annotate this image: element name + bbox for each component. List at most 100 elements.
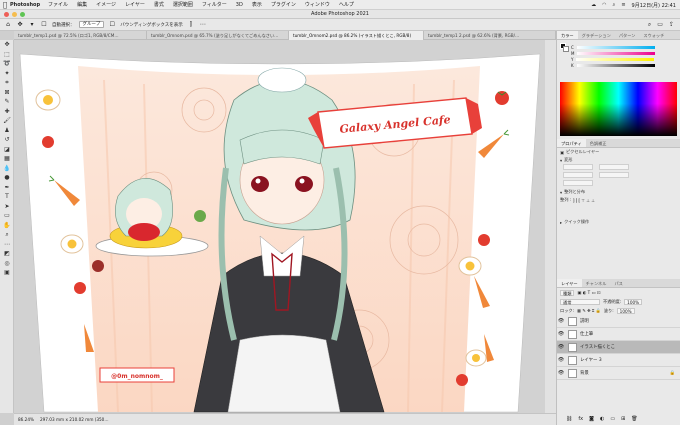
healing-brush-icon[interactable]: ✚ bbox=[0, 107, 14, 117]
menu-select[interactable]: 選択範囲 bbox=[173, 1, 193, 8]
path-select-icon[interactable]: ➤ bbox=[0, 202, 14, 212]
layer-row-selected[interactable]: 👁 イラスト描くとこ bbox=[557, 341, 680, 354]
menu-view[interactable]: 表示 bbox=[252, 1, 262, 8]
folder-icon[interactable]: ▭ bbox=[610, 416, 615, 422]
chevron-down-icon[interactable]: ▾ bbox=[28, 21, 36, 29]
width-field[interactable] bbox=[563, 164, 593, 170]
transform-header[interactable]: ▾ 変形 bbox=[557, 156, 680, 164]
hand-tool-icon[interactable]: ✋ bbox=[0, 221, 14, 231]
eye-icon[interactable]: 👁 bbox=[557, 318, 565, 324]
checkbox-icon[interactable]: ☐ bbox=[40, 21, 48, 29]
clock[interactable]: 9月12日(月) 22:41 bbox=[632, 2, 676, 9]
move-tool-icon[interactable]: ✥ bbox=[16, 21, 24, 29]
x-field[interactable] bbox=[563, 172, 593, 178]
zoom-level[interactable]: 86.24% bbox=[18, 417, 34, 422]
doc-tab[interactable]: tumblr_temp1 2.psd @ 62.6% (背景, RGB/… bbox=[424, 31, 556, 40]
marquee-tool-icon[interactable]: ⬚ bbox=[0, 50, 14, 60]
wifi-icon[interactable]: ◠ bbox=[602, 2, 606, 8]
stamp-tool-icon[interactable]: ♟ bbox=[0, 126, 14, 136]
tab-swatches[interactable]: スウォッチ bbox=[639, 31, 668, 39]
mask-icon[interactable]: ◙ bbox=[589, 416, 594, 422]
lasso-tool-icon[interactable]: ➰ bbox=[0, 59, 14, 69]
align-header[interactable]: ▾ 整列と分布 bbox=[557, 188, 680, 196]
kind-filter[interactable]: 種類 bbox=[560, 289, 575, 296]
menu-plugins[interactable]: プラグイン bbox=[271, 1, 296, 8]
tab-adjustments[interactable]: 色調補正 bbox=[586, 139, 611, 147]
eye-icon[interactable]: 👁 bbox=[557, 344, 565, 350]
new-layer-icon[interactable]: ⊞ bbox=[621, 416, 625, 422]
link-icon[interactable]: ⛓ bbox=[566, 416, 572, 422]
cloud-icon[interactable]: ☁ bbox=[591, 2, 596, 8]
brush-tool-icon[interactable]: 🖌 bbox=[0, 116, 14, 126]
share-icon[interactable]: ⇪ bbox=[669, 21, 674, 29]
menu-help[interactable]: ヘルプ bbox=[339, 1, 354, 8]
menu-filter[interactable]: フィルター bbox=[202, 1, 227, 8]
document-info[interactable]: 297.03 mm x 210.02 mm (350… bbox=[40, 417, 109, 422]
blend-mode-select[interactable]: 通常 bbox=[560, 298, 600, 305]
pen-tool-icon[interactable]: ✒ bbox=[0, 183, 14, 193]
eraser-icon[interactable]: ◪ bbox=[0, 145, 14, 155]
tab-properties[interactable]: プロパティ bbox=[557, 139, 586, 147]
layer-row[interactable]: 👁 背景 🔒 bbox=[557, 367, 680, 380]
opacity-field[interactable]: 100% bbox=[624, 298, 643, 305]
align-icon[interactable]: ⫿ bbox=[187, 21, 195, 29]
lock-icons[interactable]: ▦ ✎ ✥ ⌗ 🔒 bbox=[577, 308, 601, 314]
bounding-box-label[interactable]: バウンディングボックスを表示 bbox=[120, 22, 183, 28]
eye-icon[interactable]: 👁 bbox=[557, 331, 565, 337]
dodge-tool-icon[interactable]: ● bbox=[0, 173, 14, 183]
menu-layer[interactable]: レイヤー bbox=[125, 1, 145, 8]
menu-edit[interactable]: 編集 bbox=[77, 1, 87, 8]
quick-mask-icon[interactable]: ◎ bbox=[0, 259, 14, 269]
workspace-icon[interactable]: ▭ bbox=[657, 21, 663, 29]
more-tools-icon[interactable]: ⋯ bbox=[0, 240, 14, 250]
artwork-canvas[interactable]: Galaxy Angel Cafe @0m_nomnom_ bbox=[14, 40, 556, 413]
eye-icon[interactable]: 👁 bbox=[557, 370, 565, 376]
menu-window[interactable]: ウィンドウ bbox=[305, 1, 330, 8]
fx-icon[interactable]: fx bbox=[578, 416, 583, 422]
quick-actions-header[interactable]: ▸ クイック操作 bbox=[557, 218, 680, 226]
apple-icon[interactable]:  bbox=[0, 1, 10, 9]
angle-field[interactable] bbox=[563, 180, 593, 186]
crop-tool-icon[interactable]: ⌗ bbox=[0, 78, 14, 88]
gradient-tool-icon[interactable]: ▦ bbox=[0, 154, 14, 164]
search-icon[interactable]: ⌕ bbox=[648, 21, 651, 29]
tab-color[interactable]: カラー bbox=[557, 31, 578, 39]
menu-3d[interactable]: 3D bbox=[236, 2, 243, 8]
magic-wand-icon[interactable]: ✦ bbox=[0, 69, 14, 79]
filter-icons[interactable]: ▣ ◐ T ▭ ⊡ bbox=[577, 290, 600, 295]
menu-file[interactable]: ファイル bbox=[48, 1, 68, 8]
control-center-icon[interactable]: ≡ bbox=[621, 2, 625, 8]
history-brush-icon[interactable]: ↺ bbox=[0, 135, 14, 145]
trash-icon[interactable]: 🗑 bbox=[631, 416, 637, 422]
menu-type[interactable]: 書式 bbox=[154, 1, 164, 8]
doc-tab[interactable]: tumblr_temp1.psd @ 72.5% (ロゴ1, RGB/8/CM… bbox=[14, 31, 147, 40]
align-buttons-icon[interactable]: ⫿ ⫿ ⫿ ⊤ ⊥ ⊥ bbox=[573, 198, 595, 203]
vertical-scrollbar[interactable] bbox=[545, 40, 556, 413]
color-spectrum[interactable] bbox=[560, 82, 677, 136]
canvas-area[interactable]: Galaxy Angel Cafe @0m_nomnom_ bbox=[14, 40, 556, 413]
zoom-tool-icon[interactable]: ⌕ bbox=[0, 230, 14, 240]
tab-paths[interactable]: パス bbox=[610, 279, 626, 287]
distribute-icon[interactable]: ⋯ bbox=[199, 21, 207, 29]
group-select[interactable]: グループ bbox=[78, 21, 105, 28]
tab-channels[interactable]: チャンネル bbox=[582, 279, 611, 287]
frame-tool-icon[interactable]: ⊠ bbox=[0, 88, 14, 98]
k-slider[interactable]: K bbox=[557, 62, 680, 68]
layer-row[interactable]: 👁 レイヤー 3 bbox=[557, 354, 680, 367]
home-icon[interactable]: ⌂ bbox=[4, 21, 12, 29]
layer-row[interactable]: 👁 仕上筆 bbox=[557, 328, 680, 341]
fg-bg-swatches[interactable] bbox=[560, 43, 569, 52]
fill-field[interactable]: 100% bbox=[616, 307, 635, 314]
tab-layers[interactable]: レイヤー bbox=[557, 279, 582, 287]
move-tool-icon[interactable]: ✥ bbox=[0, 40, 14, 50]
doc-tab-active[interactable]: tumblr_Omnom2.psd @ 86.2% (イラスト描くとこ, RGB… bbox=[289, 31, 424, 40]
checkbox-icon[interactable]: ☐ bbox=[108, 21, 116, 29]
menu-image[interactable]: イメージ bbox=[96, 1, 116, 8]
blur-tool-icon[interactable]: 💧 bbox=[0, 164, 14, 174]
type-tool-icon[interactable]: T bbox=[0, 192, 14, 202]
app-menu[interactable]: Photoshop bbox=[10, 2, 40, 8]
y-field[interactable] bbox=[599, 172, 629, 178]
doc-tab[interactable]: tumblr_Omnom.psd @ 65.7% (塗り足しがなくてごめんなさい… bbox=[147, 31, 289, 40]
adjustment-icon[interactable]: ◐ bbox=[600, 416, 604, 422]
tab-gradient[interactable]: グラデーション bbox=[578, 31, 615, 39]
